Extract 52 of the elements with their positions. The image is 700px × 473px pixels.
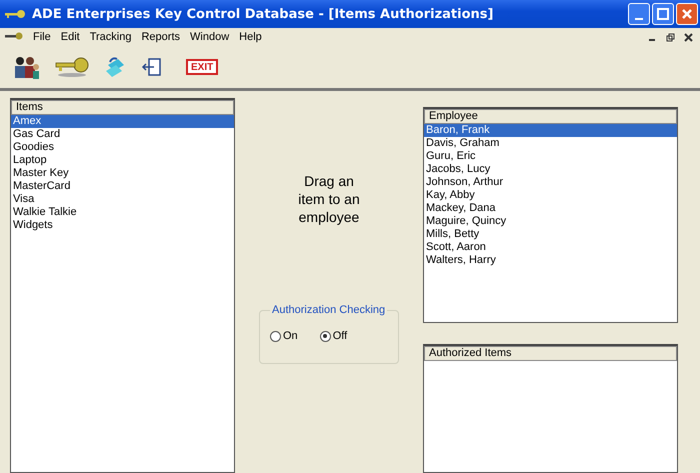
list-item[interactable]: Kay, Abby bbox=[424, 189, 677, 202]
maximize-icon bbox=[657, 8, 669, 20]
maximize-button[interactable] bbox=[652, 3, 674, 25]
list-item[interactable]: Walkie Talkie bbox=[11, 206, 234, 219]
menu-item[interactable]: File bbox=[28, 31, 56, 43]
list-header: Authorized Items bbox=[424, 346, 677, 361]
key-icon bbox=[54, 56, 90, 78]
close-icon bbox=[684, 32, 692, 42]
list-item[interactable]: Laptop bbox=[11, 154, 234, 167]
return-icon bbox=[140, 57, 162, 77]
authorized-items-list[interactable]: Authorized Items bbox=[423, 344, 678, 473]
menu-item[interactable]: Tracking bbox=[84, 31, 136, 43]
menu-item[interactable]: Reports bbox=[136, 31, 186, 43]
list-header: Employee bbox=[424, 109, 677, 124]
menu-item[interactable]: Help bbox=[234, 31, 267, 43]
list-item[interactable]: Amex bbox=[11, 115, 234, 128]
list-item[interactable]: Goodies bbox=[11, 141, 234, 154]
close-icon bbox=[681, 8, 693, 20]
employee-list[interactable]: Employee Baron, Frank Davis, Graham Guru, Eric Jacobs, Lucy Johnson, Arthur Kay, Abby Mackey, Dana Maguire, Quincy Mills, Betty Scott, Aaron Walters, Harry bbox=[423, 107, 678, 323]
radio-button[interactable] bbox=[270, 330, 281, 342]
list-item[interactable]: Guru, Eric bbox=[424, 150, 677, 163]
exit-button[interactable]: EXIT bbox=[186, 59, 218, 75]
list-item[interactable]: Mills, Betty bbox=[424, 228, 677, 241]
list-item[interactable]: Walters, Harry bbox=[424, 254, 677, 267]
list-item[interactable]: Gas Card bbox=[11, 128, 234, 141]
radio-option[interactable]: Off bbox=[320, 330, 348, 342]
minimize-icon bbox=[635, 18, 643, 20]
group-title: Authorization Checking bbox=[271, 304, 386, 316]
list-item[interactable]: Johnson, Arthur bbox=[424, 176, 677, 189]
list-item[interactable]: Jacobs, Lucy bbox=[424, 163, 677, 176]
list-header: Items bbox=[11, 100, 234, 115]
list-item[interactable]: MasterCard bbox=[11, 180, 234, 193]
people-icon bbox=[12, 54, 40, 80]
list-item[interactable]: Baron, Frank bbox=[424, 124, 677, 137]
list-item[interactable]: Mackey, Dana bbox=[424, 202, 677, 215]
restore-icon bbox=[666, 32, 674, 42]
menu-item[interactable]: Window bbox=[185, 31, 234, 43]
list-item[interactable]: Master Key bbox=[11, 167, 234, 180]
list-item[interactable]: Maguire, Quincy bbox=[424, 215, 677, 228]
transfer-icon bbox=[104, 55, 126, 79]
key-icon bbox=[4, 8, 26, 20]
items-list[interactable]: Items Amex Gas Card Goodies Laptop Master Key MasterCard Visa Walkie Talkie Widgets bbox=[10, 98, 235, 473]
list-item[interactable]: Davis, Graham bbox=[424, 137, 677, 150]
radio-option[interactable]: On bbox=[270, 330, 298, 342]
radio-button[interactable] bbox=[320, 330, 331, 342]
instruction-text: Drag an item to an employee bbox=[297, 172, 361, 226]
list-item[interactable]: Scott, Aaron bbox=[424, 241, 677, 254]
menu-item[interactable]: Edit bbox=[56, 31, 85, 43]
window-title: ADE Enterprises Key Control Database - [Items Authorizations] bbox=[32, 6, 494, 22]
minimize-icon bbox=[649, 39, 655, 41]
list-item[interactable]: Visa bbox=[11, 193, 234, 206]
list-item[interactable]: Widgets bbox=[11, 219, 234, 232]
